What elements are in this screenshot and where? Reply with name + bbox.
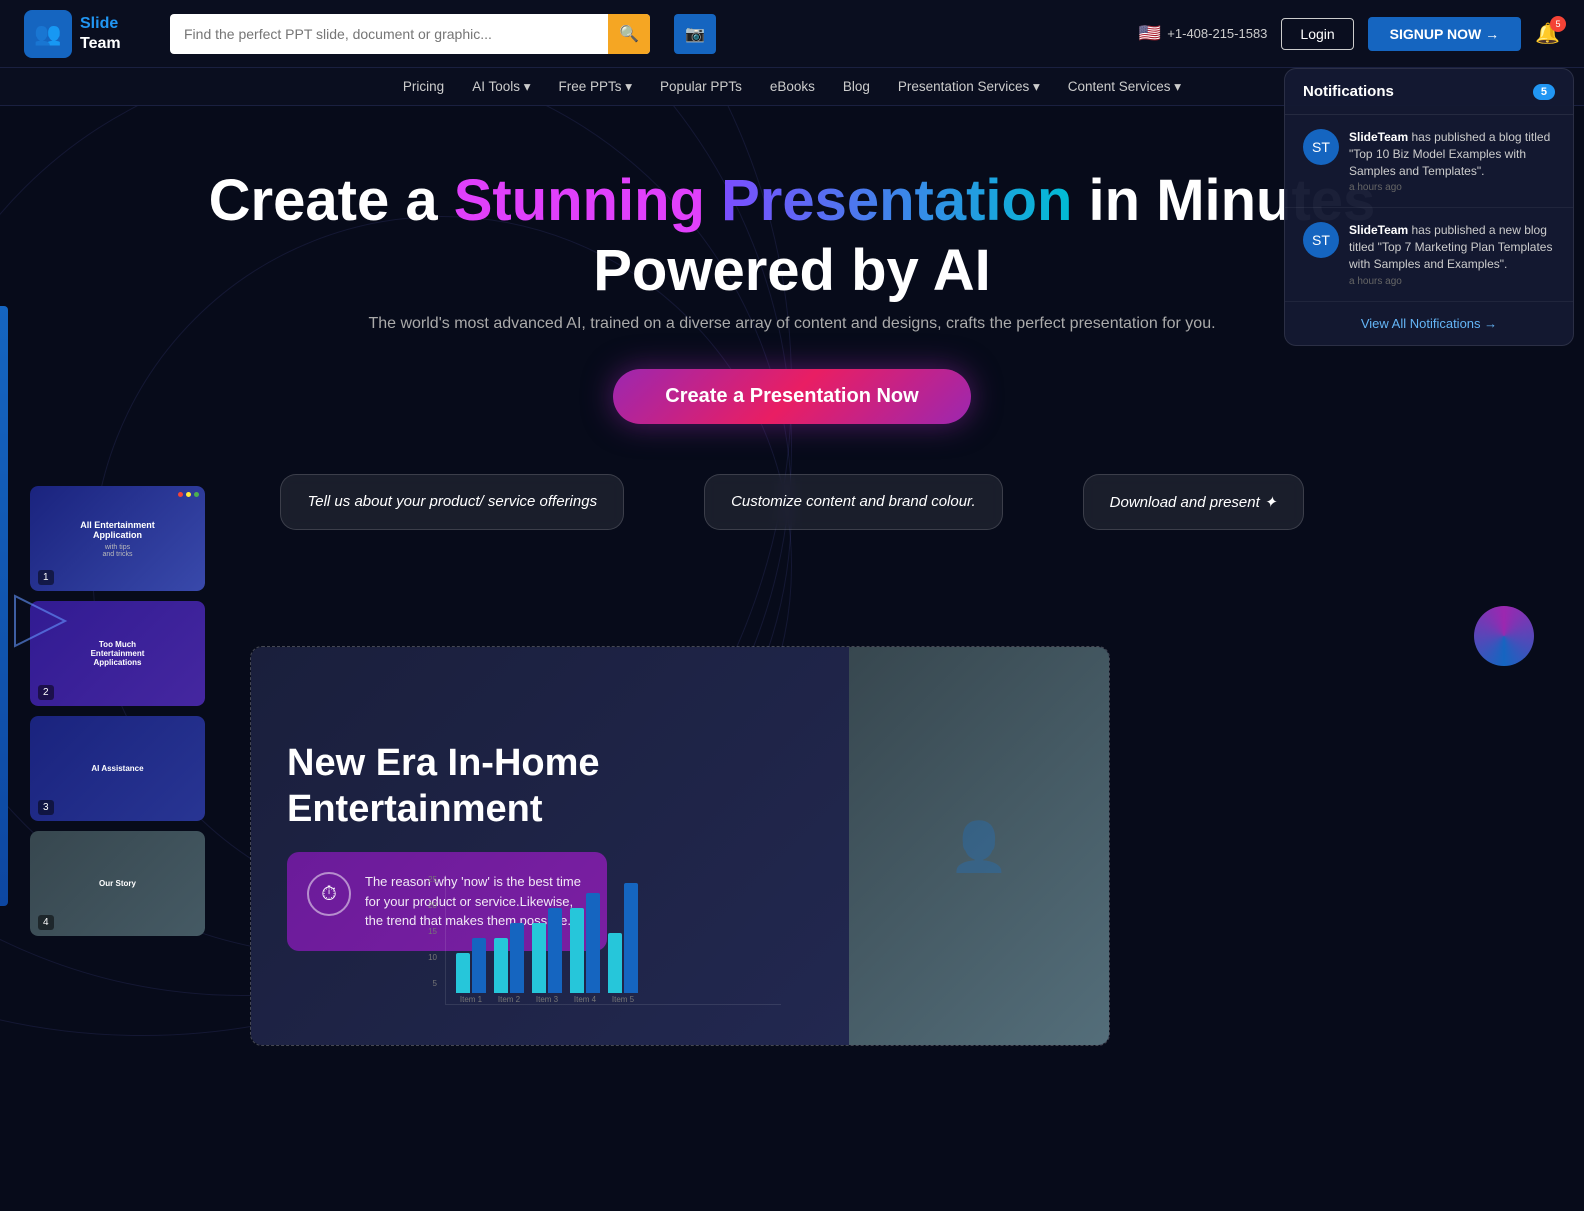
- notifications-title: Notifications: [1303, 83, 1394, 100]
- preview-title: New Era In-Home Entertainment: [287, 741, 813, 832]
- notification-item-1: ST SlideTeam has published a blog titled…: [1285, 115, 1573, 208]
- notification-content-1: SlideTeam has published a blog titled "T…: [1349, 129, 1555, 193]
- preview-right: 👤: [849, 647, 1109, 1045]
- notifications-panel: Notifications 5 ST SlideTeam has publish…: [1284, 68, 1574, 346]
- phone-number: +1-408-215-1583: [1167, 26, 1267, 41]
- notifications-count: 5: [1533, 84, 1555, 100]
- slide-thumb-1[interactable]: All EntertainmentApplication with tipsan…: [30, 486, 205, 591]
- notification-avatar-1: ST: [1303, 129, 1339, 165]
- workflow-step-3: Download and present ✦: [1083, 474, 1304, 530]
- view-all-notifications[interactable]: View All Notifications →: [1285, 302, 1573, 345]
- nav-free-ppts[interactable]: Free PPTs ▾: [559, 79, 633, 95]
- preview-card: New Era In-Home Entertainment ⏱ The reas…: [250, 646, 1110, 1046]
- preview-inner: New Era In-Home Entertainment ⏱ The reas…: [251, 647, 1109, 1045]
- headline-pink: Stunning: [454, 168, 705, 233]
- workflow-area: Tell us about your product/ service offe…: [0, 474, 1584, 530]
- nav-blog[interactable]: Blog: [843, 79, 870, 94]
- notifications-header: Notifications 5: [1285, 69, 1573, 115]
- chart-area: 25 20 15 10 5: [401, 875, 781, 1035]
- triangle-icon: [10, 586, 70, 656]
- search-icon: 🔍: [619, 24, 639, 44]
- preview-image: 👤: [849, 647, 1109, 1045]
- workflow-step-1: Tell us about your product/ service offe…: [280, 474, 624, 530]
- slide-thumbnails: All EntertainmentApplication with tipsan…: [30, 486, 205, 936]
- signup-button[interactable]: SIGNUP NOW →: [1368, 17, 1521, 51]
- notification-bell[interactable]: 🔔 5: [1535, 21, 1560, 46]
- notification-content-2: SlideTeam has published a new blog title…: [1349, 222, 1555, 286]
- headline-before: Create a: [209, 168, 454, 233]
- clock-icon: ⏱: [307, 872, 351, 916]
- nav-content-services[interactable]: Content Services ▾: [1068, 79, 1181, 95]
- logo-icon: 👥: [24, 10, 72, 58]
- preview-left: New Era In-Home Entertainment ⏱ The reas…: [251, 647, 849, 1045]
- headline-line2: Powered by AI: [593, 238, 991, 303]
- login-button[interactable]: Login: [1281, 18, 1353, 50]
- slide-thumb-4[interactable]: Our Story 4: [30, 831, 205, 936]
- logo-text: Slide Team: [80, 14, 121, 52]
- search-input[interactable]: [170, 26, 608, 42]
- flag-icon: 🇺🇸: [1139, 23, 1161, 44]
- color-orb: [1474, 606, 1534, 666]
- nav-presentation-services[interactable]: Presentation Services ▾: [898, 79, 1040, 95]
- headline-gradient: Presentation: [721, 168, 1072, 233]
- cta-button[interactable]: Create a Presentation Now: [613, 369, 970, 424]
- camera-button[interactable]: 📷: [674, 14, 716, 54]
- flag-phone: 🇺🇸 +1-408-215-1583: [1139, 23, 1268, 44]
- header-right: 🇺🇸 +1-408-215-1583 Login SIGNUP NOW → 🔔 …: [1139, 17, 1560, 51]
- notification-time-1: a hours ago: [1349, 182, 1555, 193]
- notification-text-2: SlideTeam has published a new blog title…: [1349, 222, 1555, 272]
- search-button[interactable]: 🔍: [608, 14, 650, 54]
- notification-text-1: SlideTeam has published a blog titled "T…: [1349, 129, 1555, 179]
- nav-ai-tools[interactable]: AI Tools ▾: [472, 79, 530, 95]
- notification-badge: 5: [1550, 16, 1566, 32]
- notification-time-2: a hours ago: [1349, 276, 1555, 287]
- nav-pricing[interactable]: Pricing: [403, 79, 444, 94]
- notification-avatar-2: ST: [1303, 222, 1339, 258]
- workflow-step-2: Customize content and brand colour.: [704, 474, 1003, 530]
- logo-line1: Slide: [80, 14, 121, 33]
- nav-ebooks[interactable]: eBooks: [770, 79, 815, 94]
- camera-icon: 📷: [685, 24, 705, 44]
- header: 👥 Slide Team 🔍 📷 🇺🇸 +1-408-215-1583 Logi…: [0, 0, 1584, 68]
- nav-popular-ppts[interactable]: Popular PPTs: [660, 79, 742, 94]
- search-bar: 🔍: [170, 14, 650, 54]
- notification-item-2: ST SlideTeam has published a new blog ti…: [1285, 208, 1573, 301]
- slide-thumb-3[interactable]: AI Assistance 3: [30, 716, 205, 821]
- logo[interactable]: 👥 Slide Team: [24, 10, 154, 58]
- logo-line2: Team: [80, 34, 121, 53]
